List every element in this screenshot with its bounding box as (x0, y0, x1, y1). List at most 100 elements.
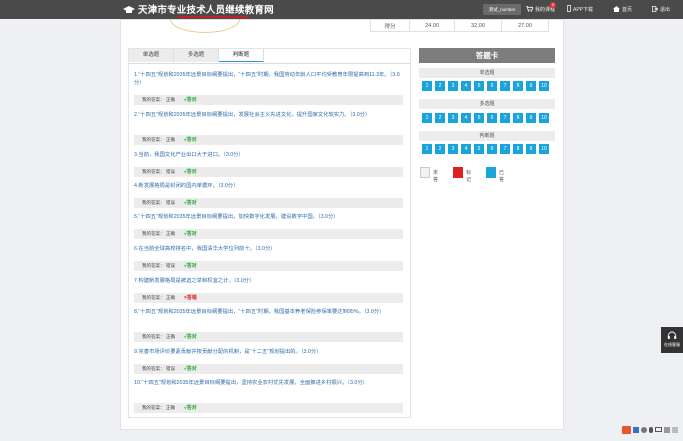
answer-card-number[interactable]: 5 (474, 81, 484, 91)
answer-card-number[interactable]: 5 (474, 113, 484, 123)
question-text: 3.当前，我国文化产业出口大于进口。（3.0分） (134, 152, 244, 158)
legend-swatch-answered (486, 167, 496, 178)
question-text: 9.完善市场评价要素贡献并按贡献分配的机制，是“十二五”规划提出的。（3.0分） (134, 349, 322, 355)
nav-app-download[interactable]: APP下载 (567, 0, 593, 19)
answer-card-section-header: 多选题 (419, 99, 555, 109)
question-text: 6.在当前全球高校排名中，我国清华大学位列前十。（3.0分） (134, 246, 276, 252)
legend-label: 已答 (499, 170, 505, 183)
tab-single-choice[interactable]: 单选题 (129, 49, 174, 62)
answer-card-section-header: 单选题 (419, 68, 555, 78)
cart-badge: 0 (550, 2, 556, 8)
site-logo[interactable]: 天津市专业技术人员继续教育网 (123, 2, 274, 16)
answer-card-number[interactable]: 1 (422, 81, 432, 91)
question-text: 4.新发展格局是封闭的国内单循环。（3.0分） (134, 183, 239, 189)
tab-multiple-choice[interactable]: 多选题 (174, 49, 219, 62)
my-answer: 正确 (166, 97, 175, 102)
answer-card-number[interactable]: 5 (474, 144, 484, 154)
answer-card-number[interactable]: 4 (461, 81, 471, 91)
result-correct: √答对 (184, 405, 197, 411)
score-table: 得分 24.00 32.00 27.00 (370, 19, 549, 32)
answer-row: 我的答案： 正确 ×答错 (134, 293, 403, 303)
answer-card-number[interactable]: 7 (500, 144, 510, 154)
answer-row: 我的答案： 正确 √答对 (134, 95, 403, 105)
site-title: 天津市专业技术人员继续教育网 (138, 5, 274, 16)
nav-home[interactable]: 首页 (613, 0, 632, 19)
question-text: 7.构建新发展格局是被迫之举和权宜之计。（3.0分） (134, 278, 255, 284)
answer-card-number[interactable]: 1 (422, 113, 432, 123)
ime-keyboard-icon (655, 427, 662, 432)
answer-card-number[interactable]: 6 (487, 81, 497, 91)
answer-card-number[interactable]: 8 (513, 113, 523, 123)
ime-mic-icon (649, 426, 653, 433)
answer-card-number[interactable]: 4 (461, 144, 471, 154)
legend-label: 标记 (466, 170, 472, 183)
legend-swatch-unanswered (420, 167, 430, 178)
answer-card-number[interactable]: 8 (513, 81, 523, 91)
answer-row: 我的答案： 错误 √答对 (134, 198, 403, 208)
online-service-label: 在线客服 (664, 342, 680, 347)
my-answer: 正确 (166, 295, 175, 300)
ime-toolbar[interactable] (622, 424, 682, 435)
answer-card-number[interactable]: 9 (526, 144, 536, 154)
answer-row: 我的答案： 正确 √答对 (134, 332, 403, 342)
answer-card-number[interactable]: 2 (435, 144, 445, 154)
online-service-button[interactable]: 在线客服 (661, 327, 683, 353)
my-answer: 错误 (166, 366, 175, 371)
answer-card-number[interactable]: 1 (422, 144, 432, 154)
answer-card-number[interactable]: 2 (435, 81, 445, 91)
result-correct: √答对 (184, 334, 197, 340)
ime-language-icon (633, 426, 639, 433)
answer-card-number[interactable]: 10 (539, 144, 549, 154)
answer-card-number[interactable]: 6 (487, 144, 497, 154)
answer-card-number[interactable]: 6 (487, 113, 497, 123)
my-answer: 正确 (166, 137, 175, 142)
answer-card-number[interactable]: 2 (435, 113, 445, 123)
answer-card-number[interactable]: 10 (539, 81, 549, 91)
my-answer: 错误 (166, 200, 175, 205)
answer-card-number[interactable]: 7 (500, 113, 510, 123)
ime-menu-icon (672, 426, 678, 433)
my-answer: 正确 (166, 334, 175, 339)
result-correct: √答对 (184, 97, 197, 103)
user-name[interactable]: 测试_number (483, 4, 521, 15)
answer-row: 我的答案： 正确 √答对 (134, 403, 403, 413)
answer-card-number[interactable]: 3 (448, 144, 458, 154)
nav-logout[interactable]: 退出 (652, 0, 670, 19)
result-wrong: ×答错 (184, 295, 197, 301)
answer-card-number[interactable]: 3 (448, 81, 458, 91)
graduation-cap-icon (123, 6, 135, 14)
answer-row: 我的答案： 错误 √答对 (134, 364, 403, 374)
logo-underline (178, 16, 248, 18)
top-bar: 天津市专业技术人员继续教育网 测试_number 我的课程 0 APP下载 首页… (0, 0, 683, 19)
score-value: 24.00 (409, 19, 455, 32)
question-text: 10.“十四五”规划和2035年远景目标纲要提出，坚持农业农村优先发展，全面推进… (134, 380, 368, 386)
answer-row: 我的答案： 错误 √答对 (134, 261, 403, 271)
my-answer: 错误 (166, 169, 175, 174)
answer-row: 我的答案： 正确 √答对 (134, 135, 403, 145)
ime-skin-icon (664, 426, 670, 433)
result-correct: √答对 (184, 366, 197, 372)
answer-card-number[interactable]: 4 (461, 113, 471, 123)
cart-icon (526, 5, 534, 14)
answer-card-number[interactable]: 8 (513, 144, 523, 154)
answer-card-number[interactable]: 3 (448, 113, 458, 123)
question-text: 1.“十四五”规划和2035年远景目标纲要提出，“十四五”时期，我国劳动年龄人口… (134, 72, 400, 86)
answer-card: 答题卡 单选题 1 2 3 4 5 6 7 8 9 10 多选题 1 2 3 4… (419, 48, 555, 163)
answer-card-number[interactable]: 9 (526, 113, 536, 123)
score-value: 27.00 (501, 19, 549, 32)
phone-icon (567, 5, 571, 14)
score-value: 32.00 (454, 19, 502, 32)
question-type-tabs: 单选题 多选题 判断题 (129, 49, 410, 64)
answer-card-number[interactable]: 9 (526, 81, 536, 91)
question-text: 5.“十四五”规划和2035年远景目标纲要提出，加快数字化发展，建设数字中国。（… (134, 214, 339, 220)
question-text: 2.“十四五”规划和2035年远景目标纲要提出，发展社会主义先进文化，提升国家文… (134, 112, 371, 118)
answer-row: 我的答案： 正确 √答对 (134, 229, 403, 239)
my-answer: 正确 (166, 405, 175, 410)
tab-true-false[interactable]: 判断题 (219, 49, 264, 62)
headset-icon (667, 331, 677, 339)
result-correct: √答对 (184, 263, 197, 269)
my-answer: 正确 (166, 231, 175, 236)
answer-card-number[interactable]: 10 (539, 113, 549, 123)
answer-card-number[interactable]: 7 (500, 81, 510, 91)
ime-punctuation-icon (641, 426, 647, 433)
